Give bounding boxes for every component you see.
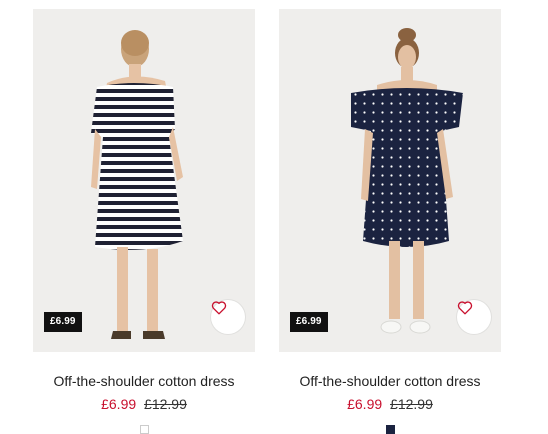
product-name[interactable]: Off-the-shoulder cotton dress — [279, 372, 501, 390]
original-price: £12.99 — [390, 396, 433, 412]
product-image[interactable]: £6.99 — [33, 9, 255, 352]
original-price: £12.99 — [144, 396, 187, 412]
product-image[interactable]: £6.99 — [279, 9, 501, 352]
price-row: £6.99 £12.99 — [279, 395, 501, 413]
product-card[interactable]: £6.99 Off-the-shoulder cotton dress £6.9… — [279, 0, 501, 434]
favourite-button[interactable] — [457, 300, 491, 334]
favourite-button[interactable] — [211, 300, 245, 334]
price-row: £6.99 £12.99 — [33, 395, 255, 413]
heart-outline-icon — [457, 301, 473, 315]
sale-price: £6.99 — [101, 396, 137, 412]
heart-outline-icon — [211, 301, 227, 315]
price-tag: £6.99 — [290, 312, 328, 332]
product-card[interactable]: £6.99 Off-the-shoulder cotton dress £6.9… — [33, 0, 255, 434]
price-tag: £6.99 — [44, 312, 82, 332]
sale-price: £6.99 — [347, 396, 383, 412]
product-name[interactable]: Off-the-shoulder cotton dress — [33, 372, 255, 390]
